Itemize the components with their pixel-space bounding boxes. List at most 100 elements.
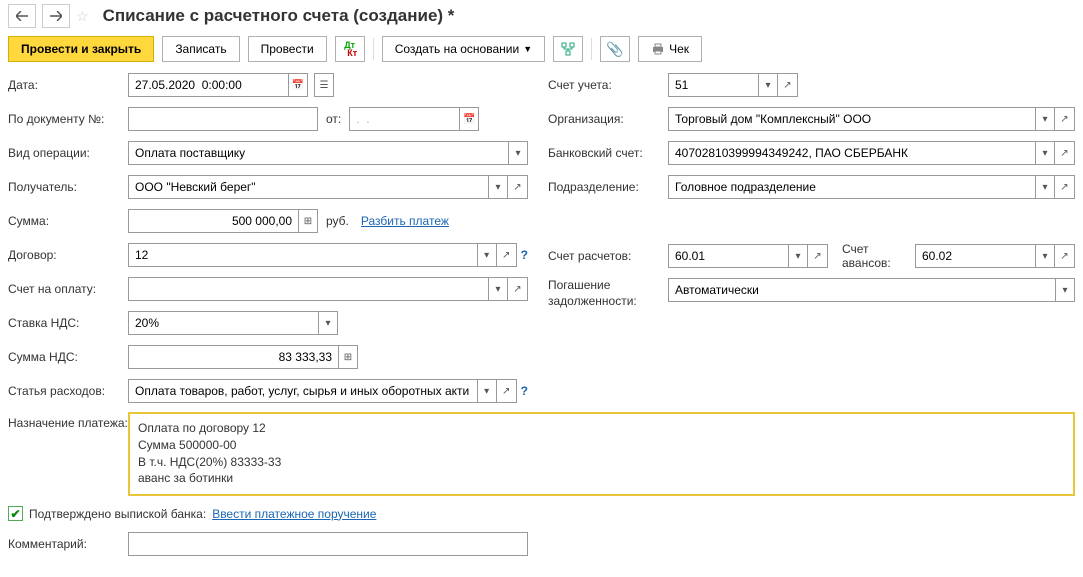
nav-back-button[interactable] — [8, 4, 36, 28]
docnum-date-input[interactable] — [349, 107, 459, 131]
list-icon: ☰ — [320, 80, 329, 91]
create-based-on-button[interactable]: Создать на основании ▼ — [382, 36, 545, 62]
docnum-from-label: от: — [326, 112, 341, 126]
recipient-dropdown-button[interactable]: ▾ — [488, 175, 508, 199]
open-icon: ↗ — [813, 251, 821, 262]
post-and-close-button[interactable]: Провести и закрыть — [8, 36, 154, 62]
vat-rate-input[interactable] — [128, 311, 318, 335]
settle-acc-open-button[interactable]: ↗ — [808, 244, 828, 268]
check-button[interactable]: Чек — [638, 36, 702, 62]
chevron-down-icon: ▾ — [1062, 285, 1067, 296]
recipient-label: Получатель: — [8, 180, 128, 194]
purpose-line-4: аванс за ботинки — [138, 470, 1065, 487]
chevron-down-icon: ▾ — [484, 250, 489, 261]
advance-acc-open-button[interactable]: ↗ — [1055, 244, 1075, 268]
post-button[interactable]: Провести — [248, 36, 327, 62]
date-label: Дата: — [8, 78, 128, 92]
contract-input[interactable] — [128, 243, 477, 267]
docnum-date-picker-button[interactable]: 📅 — [459, 107, 479, 131]
account-input[interactable] — [668, 73, 758, 97]
bank-dropdown-button[interactable]: ▾ — [1035, 141, 1055, 165]
open-icon: ↗ — [513, 284, 521, 295]
account-dropdown-button[interactable]: ▾ — [758, 73, 778, 97]
purpose-line-2: Сумма 500000-00 — [138, 437, 1065, 454]
contract-open-button[interactable]: ↗ — [497, 243, 517, 267]
contract-dropdown-button[interactable]: ▾ — [477, 243, 497, 267]
comment-input[interactable] — [128, 532, 528, 556]
optype-dropdown-button[interactable]: ▾ — [508, 141, 528, 165]
dept-input[interactable] — [668, 175, 1035, 199]
bank-open-button[interactable]: ↗ — [1055, 141, 1075, 165]
open-icon: ↗ — [1060, 114, 1068, 125]
open-icon: ↗ — [513, 182, 521, 193]
open-icon: ↗ — [783, 80, 791, 91]
docnum-label: По документу №: — [8, 112, 128, 126]
settle-acc-input[interactable] — [668, 244, 788, 268]
debt-dropdown-button[interactable]: ▾ — [1055, 278, 1075, 302]
purpose-label: Назначение платежа: — [8, 412, 128, 432]
bank-label: Банковский счет: — [548, 146, 668, 160]
sum-calc-button[interactable]: ⊞ — [298, 209, 318, 233]
dept-open-button[interactable]: ↗ — [1055, 175, 1075, 199]
open-icon: ↗ — [1060, 251, 1068, 262]
org-open-button[interactable]: ↗ — [1055, 107, 1075, 131]
account-open-button[interactable]: ↗ — [778, 73, 798, 97]
dtkt-button[interactable]: Дт Кт — [335, 36, 365, 62]
open-icon: ↗ — [502, 250, 510, 261]
chevron-down-icon: ▾ — [495, 182, 500, 193]
sum-input[interactable] — [128, 209, 298, 233]
chevron-down-icon: ▾ — [325, 318, 330, 329]
expense-open-button[interactable]: ↗ — [497, 379, 517, 403]
org-dropdown-button[interactable]: ▾ — [1035, 107, 1055, 131]
expense-dropdown-button[interactable]: ▾ — [477, 379, 497, 403]
advance-acc-input[interactable] — [915, 244, 1035, 268]
nav-forward-button[interactable] — [42, 4, 70, 28]
confirmed-label: Подтверждено выпиской банка: — [29, 507, 206, 521]
enter-payment-order-link[interactable]: Ввести платежное поручение — [212, 507, 376, 521]
date-extra-button[interactable]: ☰ — [314, 73, 334, 97]
split-payment-link[interactable]: Разбить платеж — [361, 214, 449, 228]
dept-label: Подразделение: — [548, 180, 668, 194]
bank-input[interactable] — [668, 141, 1035, 165]
expense-input[interactable] — [128, 379, 477, 403]
page-title: Списание с расчетного счета (создание) * — [103, 6, 455, 26]
invoice-dropdown-button[interactable]: ▾ — [488, 277, 508, 301]
chevron-down-icon: ▾ — [1042, 182, 1047, 193]
vat-rate-dropdown-button[interactable]: ▾ — [318, 311, 338, 335]
confirmed-checkbox[interactable]: ✔ — [8, 506, 23, 521]
account-label: Счет учета: — [548, 78, 668, 92]
debt-label: Погашение задолженности: — [548, 278, 668, 309]
vat-sum-input[interactable] — [128, 345, 338, 369]
open-icon: ↗ — [1060, 148, 1068, 159]
dtkt-icon: Дт Кт — [342, 41, 357, 57]
docnum-input[interactable] — [128, 107, 318, 131]
favorite-icon[interactable]: ☆ — [76, 8, 89, 25]
purpose-textarea[interactable]: Оплата по договору 12 Сумма 500000-00 В … — [128, 412, 1075, 496]
expense-help[interactable]: ? — [521, 384, 528, 398]
invoice-open-button[interactable]: ↗ — [508, 277, 528, 301]
comment-label: Комментарий: — [8, 537, 128, 551]
settle-acc-dropdown-button[interactable]: ▾ — [788, 244, 808, 268]
dept-dropdown-button[interactable]: ▾ — [1035, 175, 1055, 199]
recipient-input[interactable] — [128, 175, 488, 199]
org-input[interactable] — [668, 107, 1035, 131]
settle-acc-label: Счет расчетов: — [548, 249, 668, 263]
calculator-icon: ⊞ — [304, 216, 312, 227]
recipient-open-button[interactable]: ↗ — [508, 175, 528, 199]
printer-icon — [651, 43, 665, 55]
date-picker-button[interactable]: 📅 — [288, 73, 308, 97]
vat-sum-calc-button[interactable]: ⊞ — [338, 345, 358, 369]
optype-input[interactable] — [128, 141, 508, 165]
structure-button[interactable] — [553, 36, 583, 62]
date-input[interactable] — [128, 73, 288, 97]
vat-rate-label: Ставка НДС: — [8, 316, 128, 330]
debt-input[interactable] — [668, 278, 1055, 302]
invoice-input[interactable] — [128, 277, 488, 301]
chevron-down-icon: ▾ — [795, 251, 800, 262]
calendar-icon: 📅 — [292, 80, 304, 91]
chevron-down-icon: ▾ — [1042, 148, 1047, 159]
contract-help[interactable]: ? — [521, 248, 528, 262]
attach-button[interactable]: 📎 — [600, 36, 630, 62]
save-button[interactable]: Записать — [162, 36, 239, 62]
advance-acc-dropdown-button[interactable]: ▾ — [1035, 244, 1055, 268]
